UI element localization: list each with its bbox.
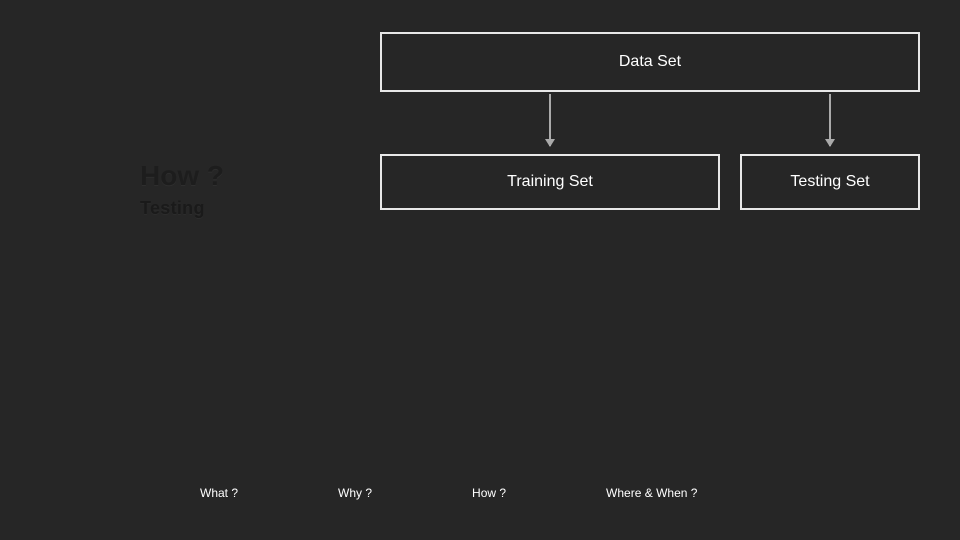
bottom-nav: What ? Why ? How ? Where & When ? bbox=[0, 486, 960, 500]
nav-where-when[interactable]: Where & When ? bbox=[606, 486, 697, 500]
testing-set-label: Testing Set bbox=[790, 173, 869, 191]
testing-set-box: Testing Set bbox=[740, 154, 920, 210]
nav-what[interactable]: What ? bbox=[200, 486, 238, 500]
side-subheading: Testing bbox=[140, 198, 205, 219]
arrow-to-training bbox=[549, 94, 551, 146]
data-set-label: Data Set bbox=[619, 53, 681, 71]
side-heading: How ? bbox=[140, 160, 224, 192]
training-set-box: Training Set bbox=[380, 154, 720, 210]
data-set-box: Data Set bbox=[380, 32, 920, 92]
arrow-to-testing bbox=[829, 94, 831, 146]
nav-why[interactable]: Why ? bbox=[338, 486, 372, 500]
training-set-label: Training Set bbox=[507, 173, 593, 191]
nav-how[interactable]: How ? bbox=[472, 486, 506, 500]
